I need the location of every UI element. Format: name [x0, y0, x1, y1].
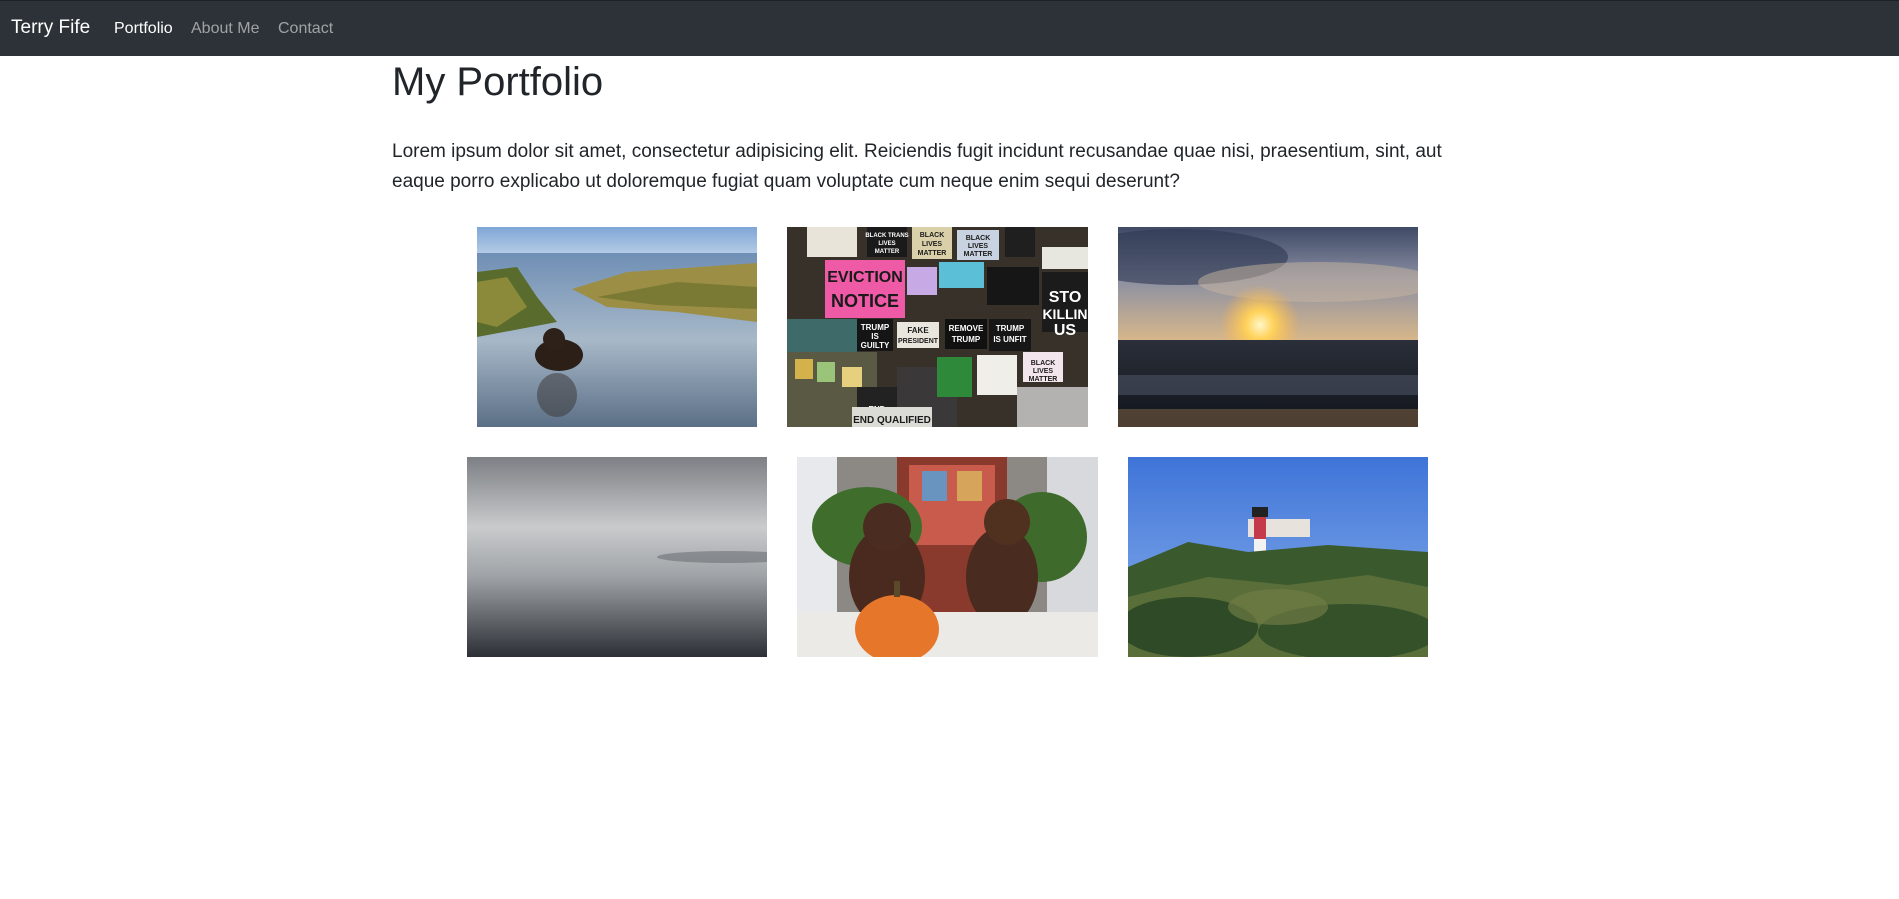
- intro-paragraph: Lorem ipsum dolor sit amet, consectetur …: [392, 141, 1442, 192]
- lighthouse-image: [1128, 457, 1428, 657]
- svg-text:IS UNFIT: IS UNFIT: [993, 335, 1026, 344]
- nav-link-contact[interactable]: Contact: [278, 19, 333, 39]
- fog-image: [467, 457, 767, 657]
- nav-link-portfolio[interactable]: Portfolio: [114, 19, 173, 39]
- photo-dogs-pumpkin[interactable]: [797, 457, 1098, 657]
- svg-text:REMOVE: REMOVE: [949, 324, 984, 333]
- page-title: My Portfolio: [392, 60, 604, 104]
- dogs-pumpkin-image: [797, 457, 1098, 657]
- svg-text:LIVES: LIVES: [922, 241, 943, 248]
- svg-text:STO: STO: [1049, 289, 1082, 306]
- dog-marsh-image: [477, 227, 757, 427]
- svg-text:NOTICE: NOTICE: [831, 291, 899, 311]
- photo-lighthouse[interactable]: [1128, 457, 1428, 657]
- sunset-image: [1118, 227, 1418, 427]
- svg-text:TRUMP: TRUMP: [861, 323, 890, 332]
- svg-text:PRESIDENT: PRESIDENT: [898, 338, 939, 345]
- svg-text:BLACK: BLACK: [966, 235, 991, 242]
- svg-text:EVICTION: EVICTION: [827, 269, 903, 286]
- svg-text:US: US: [1054, 322, 1077, 339]
- svg-text:TRUMP: TRUMP: [996, 324, 1025, 333]
- photo-protest-signs[interactable]: BLACK TRANS LIVES MATTER BLACK LIVES MAT…: [787, 227, 1088, 427]
- svg-text:LIVES: LIVES: [878, 241, 895, 247]
- nav-link-about-me[interactable]: About Me: [191, 19, 259, 39]
- brand-link[interactable]: Terry Fife: [11, 16, 90, 40]
- svg-text:KILLIN: KILLIN: [1042, 306, 1087, 322]
- svg-text:MATTER: MATTER: [1029, 376, 1058, 383]
- navbar: Terry Fife Portfolio About Me Contact: [0, 0, 1899, 56]
- protest-signs-image: BLACK TRANS LIVES MATTER BLACK LIVES MAT…: [787, 227, 1088, 427]
- svg-text:LIVES: LIVES: [1033, 368, 1054, 375]
- svg-text:BLACK TRANS: BLACK TRANS: [865, 233, 908, 239]
- svg-text:MATTER: MATTER: [918, 250, 947, 257]
- svg-text:LIVES: LIVES: [968, 243, 989, 250]
- svg-text:MATTER: MATTER: [964, 251, 993, 258]
- svg-text:TRUMP: TRUMP: [952, 335, 981, 344]
- svg-text:BLACK: BLACK: [920, 232, 945, 239]
- svg-text:GUILTY: GUILTY: [861, 341, 890, 350]
- svg-text:FAKE: FAKE: [907, 326, 929, 335]
- svg-text:BLACK: BLACK: [1031, 360, 1056, 367]
- photo-dog-in-marsh[interactable]: [477, 227, 757, 427]
- svg-text:MATTER: MATTER: [875, 249, 900, 255]
- photo-sunset-ocean[interactable]: [1118, 227, 1418, 427]
- photo-foggy-water[interactable]: [467, 457, 767, 657]
- svg-text:END QUALIFIED: END QUALIFIED: [853, 415, 931, 426]
- svg-text:IS: IS: [871, 332, 879, 341]
